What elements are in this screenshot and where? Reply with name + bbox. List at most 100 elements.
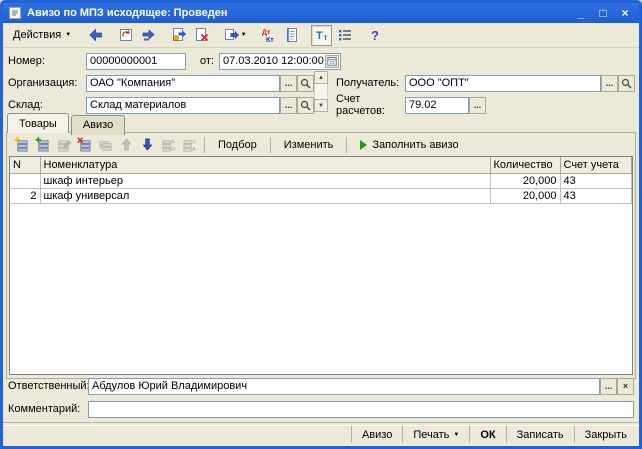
organization-ellipsis-button[interactable]: ... bbox=[280, 75, 297, 92]
responsible-field[interactable] bbox=[88, 378, 600, 395]
calendar-button[interactable] bbox=[325, 55, 339, 68]
tab-avizo[interactable]: Авизо bbox=[71, 115, 125, 135]
account-ellipsis-button[interactable]: ... bbox=[469, 97, 486, 114]
actions-menu-button[interactable]: Действия ▼ bbox=[6, 26, 78, 44]
toolbar-separator bbox=[346, 137, 347, 153]
journal-icon bbox=[284, 27, 300, 43]
warehouse-ellipsis-button[interactable]: ... bbox=[280, 97, 297, 114]
tab-strip: Товары Авизо bbox=[7, 113, 127, 133]
scroll-down-button[interactable]: ▼ bbox=[314, 99, 328, 112]
col-header-account[interactable]: Счет учета bbox=[560, 157, 632, 174]
cancel-posting-button[interactable] bbox=[191, 25, 212, 46]
cancel-posting-icon bbox=[194, 27, 210, 43]
tab-tovary[interactable]: Товары bbox=[7, 113, 69, 133]
responsible-row: Ответственный: ... × bbox=[8, 377, 634, 395]
titlebar[interactable]: Авизо по МПЗ исходящее: Проведен _ □ × bbox=[3, 3, 639, 23]
receiver-field[interactable] bbox=[405, 75, 601, 92]
grid-header-row: N Номенклатура Количество Счет учета bbox=[10, 157, 632, 174]
receiver-ellipsis-button[interactable]: ... bbox=[601, 75, 618, 92]
organization-open-button[interactable] bbox=[297, 75, 314, 92]
account-row: Счет расчетов: ... bbox=[336, 96, 486, 114]
nomenclature-cell[interactable]: шкаф универсал bbox=[40, 189, 490, 204]
structure-button[interactable] bbox=[334, 25, 355, 46]
organization-label: Организация: bbox=[8, 77, 86, 89]
number-label: Номер: bbox=[8, 55, 86, 67]
close-button[interactable]: × bbox=[618, 6, 632, 20]
scroll-track[interactable] bbox=[314, 84, 328, 99]
close-form-button[interactable]: Закрыть bbox=[574, 426, 637, 443]
svg-text:Кт: Кт bbox=[266, 37, 274, 43]
account-field[interactable] bbox=[405, 97, 469, 114]
chevron-down-icon: ▼ bbox=[453, 432, 459, 438]
copy-row-button[interactable] bbox=[96, 135, 115, 154]
magnifier-icon bbox=[300, 78, 311, 89]
organization-field[interactable] bbox=[86, 75, 280, 92]
table-row[interactable]: 1 шкаф интерьер 20,000 43 bbox=[10, 174, 632, 189]
podbor-button[interactable]: Подбор bbox=[209, 136, 266, 154]
maximize-button[interactable]: □ bbox=[596, 6, 610, 20]
col-header-quantity[interactable]: Количество bbox=[490, 157, 560, 174]
row-number-cell[interactable]: 2 bbox=[10, 189, 40, 204]
tab-page-goods: АЯ ЯА Подбор Изменить Заполнить авизо N bbox=[6, 132, 636, 379]
totals-toggle-button[interactable]: Тт bbox=[311, 25, 332, 46]
svg-text:А: А bbox=[171, 140, 175, 146]
account-cell[interactable]: 43 bbox=[560, 174, 632, 189]
add-copy-row-button[interactable] bbox=[33, 135, 52, 154]
col-header-n[interactable]: N bbox=[10, 157, 40, 174]
nomenclature-cell[interactable]: шкаф интерьер bbox=[40, 174, 490, 189]
document-date-field[interactable] bbox=[219, 53, 341, 70]
refresh-document-button[interactable] bbox=[115, 25, 136, 46]
responsible-clear-button[interactable]: × bbox=[617, 378, 634, 395]
fill-avizo-button[interactable]: Заполнить авизо bbox=[351, 136, 467, 154]
forward-arrows-icon bbox=[141, 27, 157, 43]
copy-row-icon bbox=[98, 137, 113, 152]
scroll-up-button[interactable]: ▲ bbox=[314, 71, 328, 84]
comment-field[interactable] bbox=[88, 401, 634, 418]
row-number-cell[interactable]: 1 bbox=[10, 174, 40, 189]
add-row-button[interactable] bbox=[12, 135, 31, 154]
refresh-document-icon bbox=[118, 27, 134, 43]
ok-button[interactable]: ОК bbox=[469, 426, 505, 443]
avizo-button[interactable]: Авизо bbox=[351, 426, 402, 443]
magnifier-icon bbox=[300, 100, 311, 111]
window-icon bbox=[8, 6, 22, 20]
izmenit-button[interactable]: Изменить bbox=[275, 136, 343, 154]
back-button[interactable] bbox=[85, 25, 106, 46]
svg-text:Я: Я bbox=[171, 147, 175, 152]
add-copy-row-icon bbox=[35, 137, 50, 152]
edit-row-button[interactable] bbox=[54, 135, 73, 154]
save-button[interactable]: Записать bbox=[506, 426, 574, 443]
svg-text:А: А bbox=[192, 147, 196, 152]
move-up-button[interactable] bbox=[117, 135, 136, 154]
account-cell[interactable]: 43 bbox=[560, 189, 632, 204]
svg-text:Дт: Дт bbox=[262, 30, 271, 37]
move-down-button[interactable] bbox=[138, 135, 157, 154]
print-button[interactable]: Печать ▼ bbox=[402, 426, 469, 443]
table-row[interactable]: 2 шкаф универсал 20,000 43 bbox=[10, 189, 632, 204]
sort-desc-button[interactable]: ЯА bbox=[180, 135, 199, 154]
delete-row-button[interactable] bbox=[75, 135, 94, 154]
warehouse-field[interactable] bbox=[86, 97, 280, 114]
receiver-open-button[interactable] bbox=[618, 75, 635, 92]
help-button[interactable]: ? bbox=[364, 25, 385, 46]
document-number-field[interactable] bbox=[86, 53, 186, 70]
main-toolbar: Действия ▼ ▼ ДтКт bbox=[3, 23, 639, 48]
export-document-button[interactable]: ▼ bbox=[221, 25, 249, 46]
sort-asc-button[interactable]: АЯ bbox=[159, 135, 178, 154]
post-document-button[interactable] bbox=[168, 25, 189, 46]
totals-toggle-icon: Тт bbox=[314, 27, 330, 43]
actions-menu-label: Действия bbox=[13, 29, 61, 41]
col-header-nomenclature[interactable]: Номенклатура bbox=[40, 157, 490, 174]
quantity-cell[interactable]: 20,000 bbox=[490, 174, 560, 189]
debit-credit-button[interactable]: ДтКт bbox=[258, 25, 279, 46]
post-document-icon bbox=[171, 27, 187, 43]
triangle-down-icon: ▼ bbox=[318, 103, 324, 109]
minimize-button[interactable]: _ bbox=[574, 6, 588, 20]
responsible-ellipsis-button[interactable]: ... bbox=[600, 378, 617, 395]
comment-row: Комментарий: bbox=[8, 400, 634, 418]
warehouse-open-button[interactable] bbox=[297, 97, 314, 114]
forward-arrows-button[interactable] bbox=[138, 25, 159, 46]
quantity-cell[interactable]: 20,000 bbox=[490, 189, 560, 204]
journal-button[interactable] bbox=[281, 25, 302, 46]
sort-desc-icon: ЯА bbox=[182, 137, 197, 152]
